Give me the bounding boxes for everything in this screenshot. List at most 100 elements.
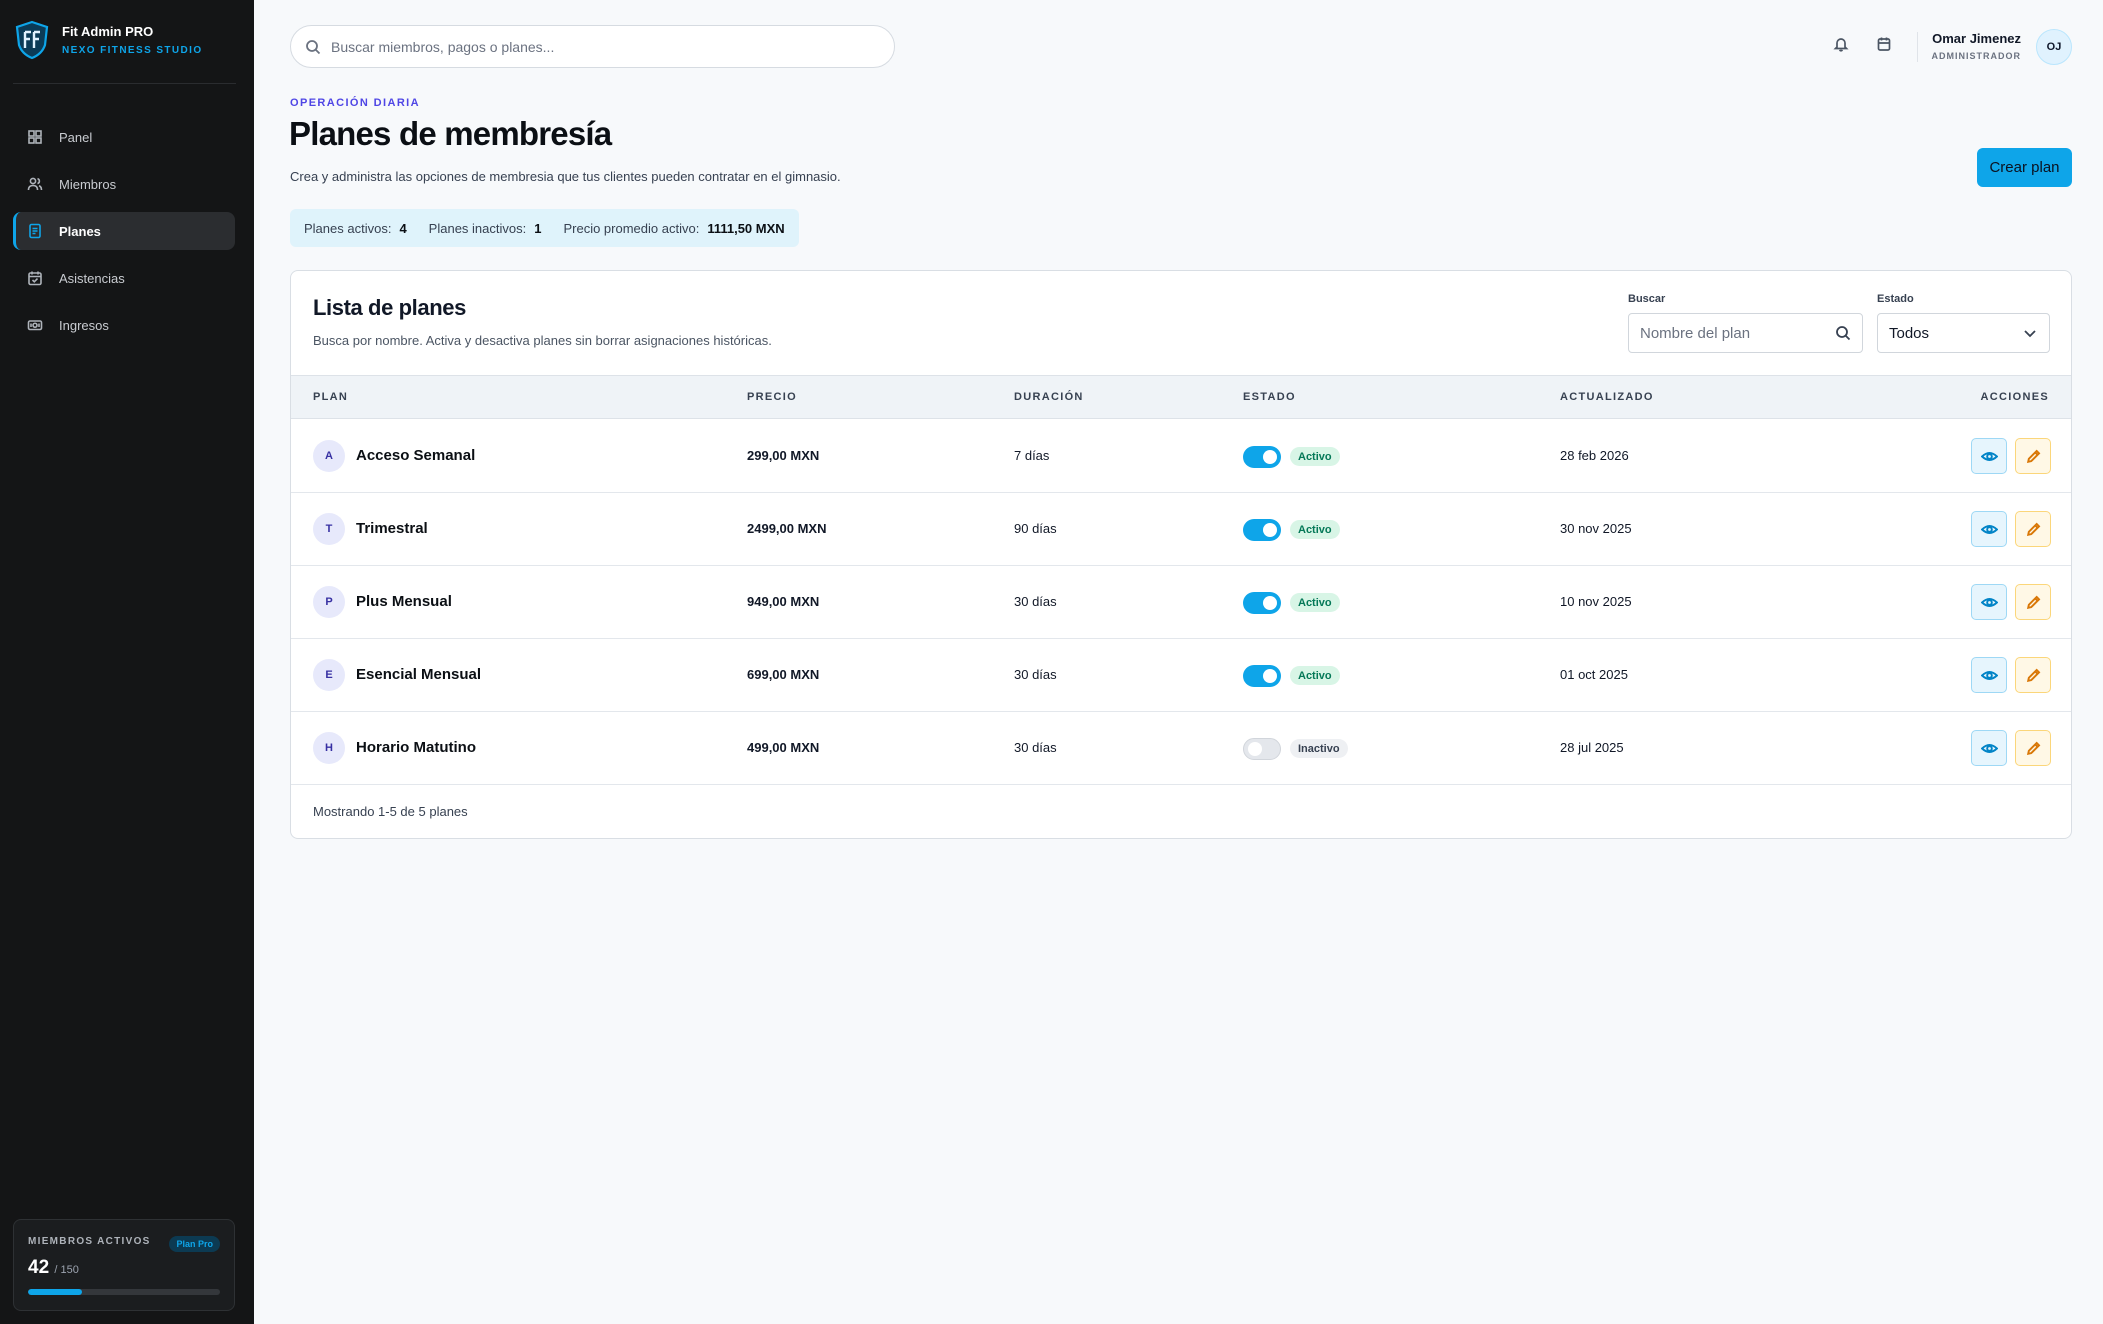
edit-plan-button[interactable] [2015,584,2051,620]
chevron-down-icon [2024,330,2036,338]
card-subtitle: Busca por nombre. Activa y desactiva pla… [313,333,772,348]
document-icon [29,223,41,239]
sidebar-divider [13,83,236,84]
status-toggle[interactable] [1243,738,1281,760]
grid-icon [28,130,42,144]
users-icon [27,177,43,191]
pencil-icon [2026,741,2040,755]
table-row[interactable]: A Acceso Semanal 299,00 MXN 7 días Activo 28 … [291,420,2071,493]
table-row[interactable]: E Esencial Mensual 699,00 MXN 30 días Activo… [291,639,2071,712]
sidebar: Fit Admin PRO NEXO FITNESS STUDIO Panel … [0,0,254,1324]
column-header-status[interactable]: ESTADO [1243,391,1296,403]
global-search[interactable] [290,25,895,68]
plan-initial-avatar: E [313,659,345,691]
sidebar-item-miembros[interactable]: Miembros [13,165,235,203]
table-row[interactable]: T Trimestral 2499,00 MXN 90 días Activo 30 no… [291,493,2071,566]
bell-icon [1833,38,1849,52]
pencil-icon [2026,595,2040,609]
plan-initial-avatar: H [313,732,345,764]
pencil-icon [2026,449,2040,463]
avatar[interactable]: OJ [2036,29,2072,65]
page-title: Planes de membresía [289,115,612,152]
edit-plan-button[interactable] [2015,511,2051,547]
plan-name: Horario Matutino [356,739,476,756]
plan-price: 499,00 MXN [747,740,820,755]
plan-updated-date: 01 oct 2025 [1560,667,1628,682]
brand-name: Fit Admin PRO [62,24,154,39]
status-toggle[interactable] [1243,592,1281,614]
table-row[interactable]: H Horario Matutino 499,00 MXN 30 días Inacti… [291,712,2071,785]
plan-name: Plus Mensual [356,593,452,610]
members-capacity: / 150 [54,1264,79,1276]
pagination-summary: Mostrando 1-5 de 5 planes [313,804,468,819]
plan-name: Acceso Semanal [356,447,476,464]
edit-plan-button[interactable] [2015,730,2051,766]
stat-average-price: Precio promedio activo: 1111,50 MXN [563,220,785,236]
pencil-icon [2026,668,2040,682]
eye-icon [1980,451,1998,461]
search-icon [1836,326,1851,341]
sidebar-item-asistencias[interactable]: Asistencias [13,259,235,297]
members-progress-fill [28,1289,82,1295]
status-toggle[interactable] [1243,446,1281,468]
plan-price: 299,00 MXN [747,448,820,463]
plan-price: 699,00 MXN [747,667,820,682]
edit-plan-button[interactable] [2015,438,2051,474]
eye-icon [1980,743,1998,753]
calendar-check-icon [28,271,42,286]
create-plan-button[interactable]: Crear plan [1977,148,2072,187]
search-icon [306,39,321,54]
topbar-divider [1917,32,1918,62]
active-members-card: MIEMBROS ACTIVOS Plan Pro 42 / 150 [13,1219,235,1311]
plan-duration: 7 días [1014,448,1050,463]
plan-search-placeholder: Nombre del plan [1640,324,1751,342]
plan-duration: 30 días [1014,667,1057,682]
plan-initial-avatar: T [313,513,345,545]
sidebar-nav: Panel Miembros Planes Asistencias Ingres… [13,118,235,353]
studio-name: NEXO FITNESS STUDIO [62,45,203,56]
view-plan-button[interactable] [1971,438,2007,474]
sidebar-item-ingresos[interactable]: Ingresos [13,306,235,344]
sidebar-item-label: Ingresos [59,317,109,333]
status-toggle[interactable] [1243,519,1281,541]
status-filter-select[interactable]: Todos [1877,313,2050,353]
plans-card: Lista de planes Busca por nombre. Activa… [290,270,2072,839]
column-header-updated[interactable]: ACTUALIZADO [1560,391,1654,403]
card-title: Lista de planes [313,295,466,320]
calendar-button[interactable] [1876,36,1894,54]
column-header-actions: ACCIONES [1980,391,2049,403]
sidebar-item-planes[interactable]: Planes [13,212,235,250]
brand[interactable]: Fit Admin PRO NEXO FITNESS STUDIO [14,20,203,60]
status-badge: Activo [1290,593,1340,612]
calendar-icon [1877,37,1891,51]
stat-inactive-plans: Planes inactivos: 1 [428,220,542,236]
global-search-input[interactable] [331,38,871,55]
page-description: Crea y administra las opciones de membre… [290,169,841,184]
view-plan-button[interactable] [1971,511,2007,547]
status-badge: Activo [1290,666,1340,685]
plan-duration: 90 días [1014,521,1057,536]
sidebar-item-label: Miembros [59,176,117,192]
edit-plan-button[interactable] [2015,657,2051,693]
column-header-plan[interactable]: PLAN [313,391,348,403]
eye-icon [1980,524,1998,534]
sidebar-item-panel[interactable]: Panel [13,118,235,156]
page-eyebrow: OPERACIÓN DIARIA [290,97,420,109]
status-badge: Activo [1290,447,1340,466]
plan-price: 949,00 MXN [747,594,820,609]
column-header-duration[interactable]: DURACIÓN [1014,391,1084,403]
money-icon [27,320,43,331]
sidebar-item-label: Planes [59,223,101,239]
active-members-count: 42 / 150 [28,1257,79,1278]
plan-search-input[interactable]: Nombre del plan [1628,313,1863,353]
view-plan-button[interactable] [1971,657,2007,693]
status-toggle[interactable] [1243,665,1281,687]
view-plan-button[interactable] [1971,584,2007,620]
notifications-button[interactable] [1833,36,1851,54]
pencil-icon [2026,522,2040,536]
table-row[interactable]: P Plus Mensual 949,00 MXN 30 días Activo 10 n… [291,566,2071,639]
shield-logo-icon [15,20,49,60]
sidebar-item-label: Asistencias [59,270,125,286]
view-plan-button[interactable] [1971,730,2007,766]
column-header-price[interactable]: PRECIO [747,391,797,403]
